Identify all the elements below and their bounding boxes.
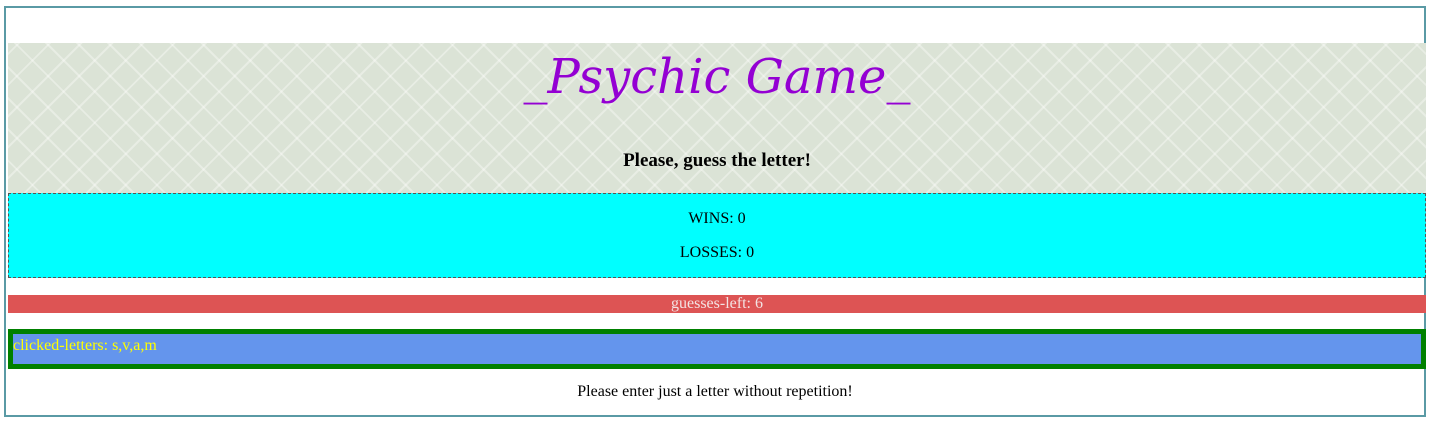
header-banner: _Psychic Game_ Please, guess the letter! <box>8 43 1426 193</box>
instruction-heading: Please, guess the letter! <box>623 150 811 171</box>
wins-counter: WINS: 0 <box>688 210 746 227</box>
clicked-letters-panel: clicked-letters: s,v,a,m <box>8 329 1426 369</box>
scoreboard: WINS: 0 LOSSES: 0 <box>8 193 1426 278</box>
page-title: _Psychic Game_ <box>523 49 911 105</box>
guesses-left-indicator: guesses-left: 6 <box>8 295 1426 313</box>
game-container: _Psychic Game_ Please, guess the letter!… <box>4 6 1426 417</box>
losses-counter: LOSSES: 0 <box>679 244 755 261</box>
notice-message: Please enter just a letter without repet… <box>577 383 853 400</box>
clicked-letters-text: clicked-letters: s,v,a,m <box>13 337 157 354</box>
